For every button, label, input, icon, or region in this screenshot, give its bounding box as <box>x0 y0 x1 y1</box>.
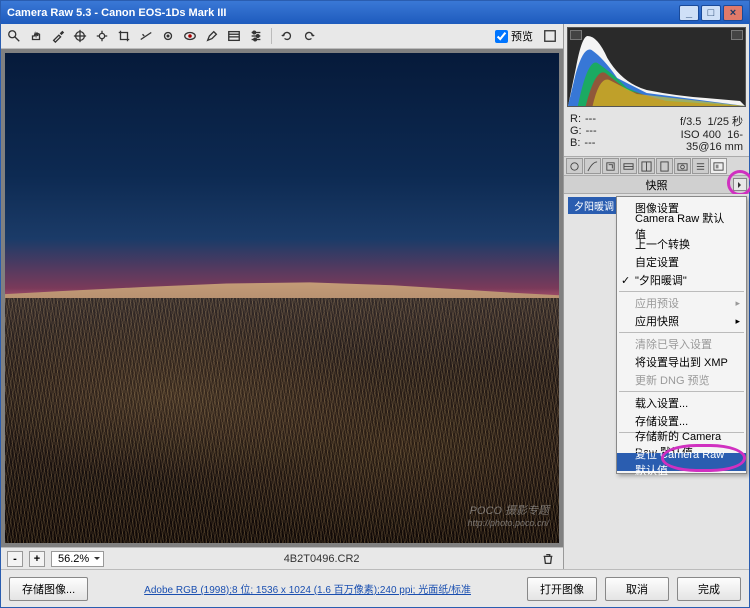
done-button[interactable]: 完成 <box>677 577 741 601</box>
watermark: POCO 摄影专题 http://photo.poco.cn/ <box>467 502 549 529</box>
tab-split[interactable] <box>638 158 655 174</box>
image-canvas[interactable]: POCO 摄影专题 http://photo.poco.cn/ <box>1 49 563 547</box>
prefs-icon[interactable] <box>247 27 265 45</box>
highlight-clip-icon[interactable] <box>731 30 743 40</box>
zoom-tool-icon[interactable] <box>5 27 23 45</box>
zoom-out-button[interactable]: - <box>7 551 23 567</box>
filename-label: 4B2T0496.CR2 <box>110 553 533 565</box>
menu-clear-import: 清除已导入设置 <box>617 335 746 353</box>
bottom-bar: 存储图像... Adobe RGB (1998);8 位; 1536 x 102… <box>1 569 749 607</box>
spot-heal-icon[interactable] <box>159 27 177 45</box>
sampler-icon[interactable] <box>71 27 89 45</box>
target-adjust-icon[interactable] <box>93 27 111 45</box>
tab-hsl[interactable] <box>620 158 637 174</box>
workflow-link[interactable]: Adobe RGB (1998);8 位; 1536 x 1024 (1.6 百… <box>96 581 519 596</box>
zoom-bar: - + 56.2% 4B2T0496.CR2 <box>1 547 563 569</box>
menu-custom[interactable]: 自定设置 <box>617 253 746 271</box>
preview-label: 预览 <box>511 28 533 44</box>
menu-current-snapshot[interactable]: ✓"夕阳暖调" <box>617 271 746 289</box>
histogram[interactable] <box>567 27 746 107</box>
fullscreen-icon[interactable] <box>541 27 559 45</box>
shadow-clip-icon[interactable] <box>570 30 582 40</box>
straighten-icon[interactable] <box>137 27 155 45</box>
open-image-button[interactable]: 打开图像 <box>527 577 597 601</box>
tab-basic[interactable] <box>566 158 583 174</box>
panel-title: 快照 <box>646 177 668 193</box>
preview-checkbox[interactable]: 预览 <box>495 28 533 44</box>
redeye-icon[interactable] <box>181 27 199 45</box>
tab-detail[interactable] <box>602 158 619 174</box>
minimize-button[interactable]: _ <box>679 5 699 21</box>
menu-load-settings[interactable]: 载入设置... <box>617 394 746 412</box>
cancel-button[interactable]: 取消 <box>605 577 669 601</box>
tab-camera[interactable] <box>674 158 691 174</box>
titlebar: Camera Raw 5.3 - Canon EOS-1Ds Mark III … <box>1 1 749 24</box>
grad-filter-icon[interactable] <box>225 27 243 45</box>
flyout-menu: 图像设置 Camera Raw 默认值 上一个转换 自定设置 ✓"夕阳暖调" 应… <box>616 196 747 474</box>
tab-curve[interactable] <box>584 158 601 174</box>
zoom-select[interactable]: 56.2% <box>51 551 104 567</box>
menu-apply-preset[interactable]: 应用预设▸ <box>617 294 746 312</box>
eyedropper-icon[interactable] <box>49 27 67 45</box>
menu-reset-defaults[interactable]: 复位 Camera Raw 默认值 <box>617 453 746 471</box>
rotate-ccw-icon[interactable] <box>278 27 296 45</box>
menu-prev-conv[interactable]: 上一个转换 <box>617 235 746 253</box>
adjust-tabs <box>564 156 749 176</box>
tab-lens[interactable] <box>656 158 673 174</box>
tab-snapshots[interactable] <box>710 158 727 174</box>
window-title: Camera Raw 5.3 - Canon EOS-1Ds Mark III <box>7 7 226 19</box>
snapshot-list[interactable]: 夕阳暖调 图像设置 Camera Raw 默认值 上一个转换 自定设置 ✓"夕阳… <box>564 194 749 569</box>
menu-update-dng: 更新 DNG 预览 <box>617 371 746 389</box>
toolbar: 预览 <box>1 24 563 49</box>
panel-flyout-button[interactable] <box>733 178 747 191</box>
maximize-button[interactable]: □ <box>701 5 721 21</box>
preview-check-input[interactable] <box>495 30 508 43</box>
rotate-cw-icon[interactable] <box>300 27 318 45</box>
hand-tool-icon[interactable] <box>27 27 45 45</box>
right-panel: R:--- G:--- B:--- f/3.5 1/25 秒 ISO 400 1… <box>564 24 749 569</box>
save-image-button[interactable]: 存储图像... <box>9 577 88 601</box>
menu-apply-snapshot[interactable]: 应用快照▸ <box>617 312 746 330</box>
adjust-brush-icon[interactable] <box>203 27 221 45</box>
close-button[interactable]: × <box>723 5 743 21</box>
photo-preview: POCO 摄影专题 http://photo.poco.cn/ <box>5 53 559 543</box>
panel-header: 快照 <box>564 176 749 194</box>
snapshot-item-selected[interactable]: 夕阳暖调 <box>568 197 620 214</box>
menu-export-xmp[interactable]: 将设置导出到 XMP <box>617 353 746 371</box>
tab-presets[interactable] <box>692 158 709 174</box>
left-pane: 预览 POCO 摄影专题 http://photo.poco.cn/ - + 5… <box>1 24 564 569</box>
crop-tool-icon[interactable] <box>115 27 133 45</box>
info-readout: R:--- G:--- B:--- f/3.5 1/25 秒 ISO 400 1… <box>564 110 749 156</box>
menu-cr-defaults[interactable]: Camera Raw 默认值 <box>617 217 746 235</box>
zoom-in-button[interactable]: + <box>29 551 45 567</box>
trash-icon[interactable] <box>539 550 557 568</box>
